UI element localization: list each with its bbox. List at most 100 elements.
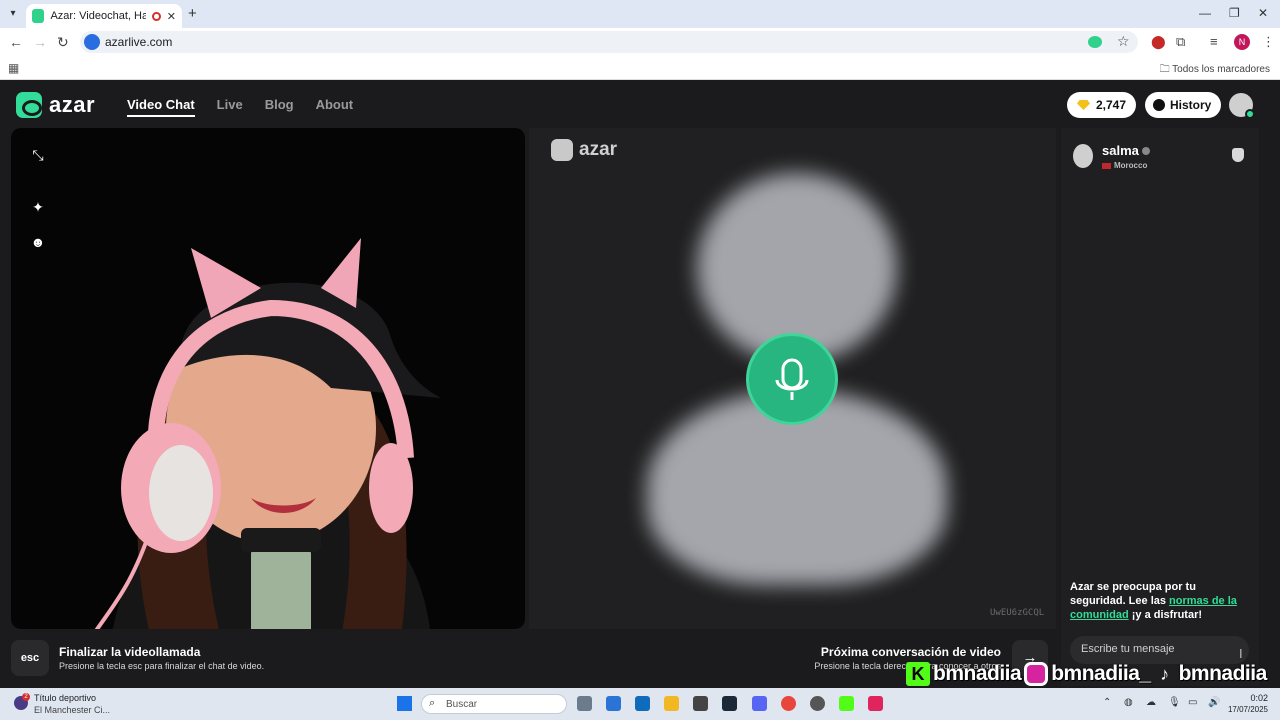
effects-sparkle-icon[interactable]: ✦	[30, 199, 46, 215]
extension-icon[interactable]	[1088, 36, 1102, 48]
minimize-button[interactable]: —	[1199, 6, 1211, 20]
next-chat-title: Próxima conversación de video	[820, 645, 1001, 659]
menu-kebab-icon[interactable]: ⋮	[1262, 34, 1275, 50]
forward-icon[interactable]: →	[33, 34, 47, 50]
minimize-video-icon[interactable]: ⤡	[30, 147, 46, 163]
user-avatar[interactable]	[1229, 93, 1255, 119]
nav-about[interactable]: About	[316, 97, 354, 117]
discord-icon[interactable]	[752, 696, 767, 711]
search-icon: ⌕	[429, 697, 436, 709]
extension-badge-icon[interactable]: ⬤	[1151, 34, 1166, 50]
close-window-button[interactable]: ✕	[1258, 6, 1268, 20]
new-tab-button[interactable]: +	[188, 5, 197, 22]
partner-country: Morocco	[1114, 161, 1148, 170]
main-nav: Video Chat Live Blog About	[127, 97, 353, 117]
windows-taskbar: 2 Título deportivo El Manchester Ci... ⌕…	[0, 688, 1280, 720]
browser-toolbar: ← → ↻ azarlive.com ☆ ⬤ ⧉ ≡ N ⋮	[0, 28, 1280, 56]
all-bookmarks-label: Todos los marcadores	[1172, 64, 1270, 75]
news-badge: 2	[22, 693, 30, 701]
all-bookmarks-button[interactable]: 🗀 Todos los marcadores	[1160, 62, 1270, 79]
taskbar-time[interactable]: 0:02	[1250, 693, 1268, 703]
tab-close-icon[interactable]: ✕	[167, 10, 176, 23]
gem-icon	[1077, 100, 1090, 110]
azar-watermark-icon	[551, 139, 573, 161]
url-text[interactable]: azarlive.com	[105, 35, 172, 49]
search-placeholder: Buscar	[446, 699, 478, 710]
browser-tab-bar: ▾ Azar: Videochat, Haz nuevos amigos ✕ +…	[0, 0, 1280, 28]
tray-app-icon[interactable]: ◍	[1124, 697, 1133, 708]
tiktok-logo-icon: ♪	[1160, 664, 1170, 684]
onedrive-icon[interactable]: ☁	[1146, 697, 1156, 708]
tiktok-app-icon[interactable]	[868, 696, 883, 711]
file-explorer-icon[interactable]	[664, 696, 679, 711]
text-cursor-icon: I	[1239, 646, 1243, 661]
mic-tray-icon[interactable]: 🎙	[1168, 697, 1181, 708]
tab-title: Azar: Videochat, Haz nuevos amigos	[50, 10, 147, 22]
media-control-icon[interactable]: ≡	[1210, 34, 1218, 49]
report-shield-icon[interactable]	[1232, 148, 1244, 162]
verified-badge-icon	[1141, 147, 1150, 155]
chrome-icon[interactable]	[781, 696, 796, 711]
history-label: History	[1170, 98, 1212, 112]
reload-icon[interactable]: ↻	[57, 34, 69, 51]
history-button[interactable]: History	[1145, 92, 1222, 118]
bookmark-star-icon[interactable]: ☆	[1117, 33, 1130, 50]
safety-text-2: ¡y a disfrutar!	[1128, 609, 1203, 621]
profile-avatar[interactable]: N	[1234, 34, 1250, 50]
tab-search-button[interactable]: ▾	[4, 5, 22, 23]
partner-name: salma	[1102, 143, 1139, 158]
obs-icon[interactable]	[810, 696, 825, 711]
address-bar[interactable]: azarlive.com ☆	[80, 31, 1138, 53]
bookmarks-bar: ▦ 🗀 Todos los marcadores	[0, 56, 1280, 80]
news-subtitle[interactable]: El Manchester Ci...	[34, 705, 110, 715]
nav-video-chat[interactable]: Video Chat	[127, 97, 195, 117]
chat-panel: salma Morocco Azar se preocupa por tu se…	[1061, 128, 1259, 686]
azar-logo[interactable]: azar	[16, 92, 95, 118]
site-info-icon[interactable]	[84, 34, 100, 50]
nav-live[interactable]: Live	[217, 97, 243, 117]
microphone-button[interactable]	[746, 333, 838, 425]
steam-icon[interactable]	[722, 696, 737, 711]
microphone-icon	[775, 358, 809, 400]
gems-balance-button[interactable]: 2,747	[1067, 92, 1137, 118]
partner-avatar-icon	[1073, 144, 1093, 168]
news-title[interactable]: Título deportivo	[34, 693, 96, 703]
self-video: ⤡ ✦ ☻	[11, 128, 525, 629]
taskbar-search[interactable]: ⌕ Buscar	[421, 694, 567, 714]
video-id-label: UwEU6zGCQL	[990, 608, 1045, 618]
morocco-flag-icon	[1102, 162, 1111, 169]
volume-icon[interactable]: 🔊	[1208, 697, 1220, 708]
kick-handle: bmnadiia	[933, 662, 1022, 685]
apps-grid-icon[interactable]: ▦	[8, 61, 19, 75]
extensions-puzzle-icon[interactable]: ⧉	[1176, 34, 1185, 50]
kick-logo-icon: K	[906, 662, 930, 686]
clock-icon	[1153, 99, 1165, 111]
site-header: azar Video Chat Live Blog About 2,747 Hi…	[0, 80, 1280, 128]
back-icon[interactable]: ←	[9, 34, 23, 50]
browser-tab[interactable]: Azar: Videochat, Haz nuevos amigos ✕	[26, 4, 182, 28]
outlook-icon[interactable]	[635, 696, 650, 711]
partner-logo-text: azar	[579, 139, 618, 160]
tiktok-handle: bmnadiia	[1178, 662, 1268, 685]
end-call-title: Finalizar la videollamada	[59, 645, 201, 659]
nav-blog[interactable]: Blog	[265, 97, 294, 117]
gems-count: 2,747	[1096, 98, 1127, 112]
app-icon[interactable]	[693, 696, 708, 711]
esc-key-button[interactable]: esc	[11, 640, 49, 676]
face-filter-icon[interactable]: ☻	[30, 234, 46, 250]
windows-start-icon[interactable]	[397, 696, 412, 711]
partner-video: azar UwEU6zGCQL	[529, 128, 1056, 629]
restore-button[interactable]: ❐	[1229, 6, 1240, 20]
kick-app-icon[interactable]	[839, 696, 854, 711]
partner-info: salma Morocco	[1073, 142, 1150, 170]
store-icon[interactable]	[606, 696, 621, 711]
partner-video-logo: azar	[551, 139, 617, 161]
message-input[interactable]: Escribe tu mensaje	[1070, 636, 1249, 664]
online-status-icon	[1245, 109, 1255, 119]
task-view-icon[interactable]	[577, 696, 592, 711]
azar-logo-text: azar	[49, 92, 96, 117]
end-call-hint: Presione la tecla esc para finalizar el …	[59, 661, 265, 671]
tray-overflow-icon[interactable]: ⌃	[1103, 697, 1111, 708]
network-icon[interactable]: ▭	[1188, 697, 1197, 708]
taskbar-date[interactable]: 17/07/2025	[1228, 705, 1268, 714]
